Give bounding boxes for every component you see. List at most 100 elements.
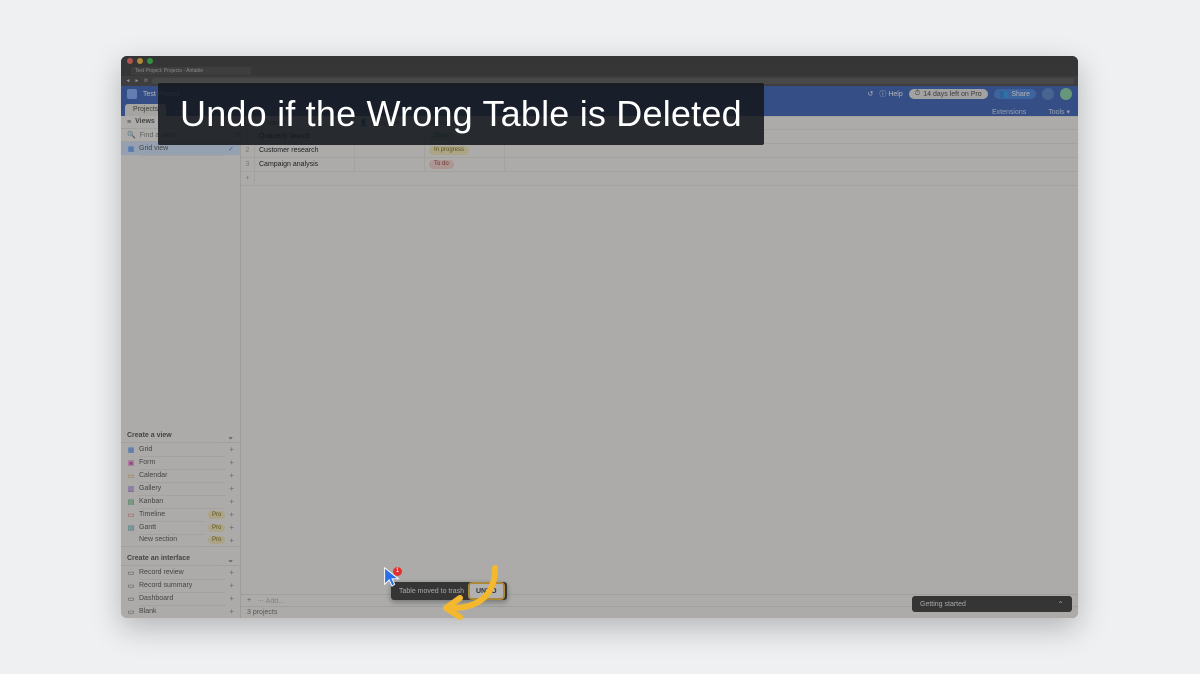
record-review-icon: ▭ [127, 569, 135, 577]
iface-record-review[interactable]: ▭ Record review + [121, 566, 240, 579]
window-titlebar [121, 56, 1078, 66]
plus-icon: + [229, 471, 234, 480]
plus-icon: + [241, 172, 255, 185]
fwd-icon[interactable]: ► [134, 78, 140, 84]
create-grid[interactable]: ▦ Grid + [121, 443, 240, 456]
row-num: 3 [241, 158, 255, 171]
dashboard-icon: ▭ [127, 595, 135, 603]
app-body: ≡ Views 🔍 ⚙ ▦ Grid view ✓ Create a view [121, 116, 1078, 618]
browser-tab[interactable]: Test Project: Projects - Airtable [131, 67, 251, 75]
cell-assignee[interactable] [355, 144, 425, 157]
tools-link[interactable]: Tools ▾ [1038, 109, 1070, 116]
share-button[interactable]: 👥 Share [994, 89, 1036, 99]
create-interface-label: Create an interface [127, 552, 223, 566]
lbl: Blank [139, 605, 225, 619]
close-dot[interactable] [127, 58, 133, 64]
plus-icon: + [229, 523, 234, 532]
tutorial-title-overlay: Undo if the Wrong Table is Deleted [158, 83, 764, 145]
reload-icon[interactable]: ⟳ [143, 78, 149, 84]
history-icon[interactable]: ↺ [868, 90, 874, 98]
gallery-icon: ▥ [127, 485, 135, 493]
lbl: Timeline [139, 508, 204, 522]
plus-icon: + [229, 581, 234, 590]
toast-message: Table moved to trash [399, 588, 464, 595]
record-summary-icon: ▭ [127, 582, 135, 590]
create-gallery[interactable]: ▥ Gallery + [121, 482, 240, 495]
chevron-down-icon: ⌄ [227, 555, 234, 564]
cell-status[interactable]: To do [425, 158, 505, 171]
pro-badge: Pro [208, 511, 225, 519]
iface-blank[interactable]: ▭ Blank + [121, 605, 240, 618]
lbl: Kanban [139, 495, 225, 509]
plus-icon: + [229, 445, 234, 454]
extensions-link[interactable]: Extensions [992, 109, 1026, 116]
check-icon: ✓ [228, 145, 234, 153]
chevron-up-icon: ⌃ [1057, 600, 1064, 609]
cell-name[interactable]: Customer research [255, 144, 355, 157]
plus-icon: + [229, 607, 234, 616]
lbl: Gallery [139, 482, 225, 496]
table-row[interactable]: 3 Campaign analysis To do [241, 158, 1078, 172]
add-row[interactable]: + [241, 172, 1078, 186]
grid-icon: ▦ [127, 446, 135, 454]
calendar-icon: ▭ [127, 472, 135, 480]
views-icon: ≡ [127, 119, 131, 126]
lbl: Record review [139, 566, 225, 580]
timeline-icon: ▭ [127, 511, 135, 519]
create-interface-header[interactable]: Create an interface ⌄ [121, 553, 240, 566]
plus-icon: + [229, 568, 234, 577]
cursor-badge: 1 [393, 567, 402, 576]
grid-icon: ▦ [127, 145, 135, 153]
max-dot[interactable] [147, 58, 153, 64]
plus-icon: + [229, 536, 234, 545]
search-icon: 🔍 [127, 131, 136, 139]
user-avatar[interactable] [1060, 88, 1072, 100]
plus-icon: + [229, 510, 234, 519]
lbl: Form [139, 456, 225, 470]
app-logo-icon[interactable] [127, 89, 137, 99]
plus-icon: + [229, 458, 234, 467]
create-view-label: Create a view [127, 429, 223, 443]
create-timeline[interactable]: ▭ Timeline Pro + [121, 508, 240, 521]
undo-button[interactable]: UNDO [470, 584, 503, 598]
lbl: Grid [139, 443, 225, 457]
iface-record-summary[interactable]: ▭ Record summary + [121, 579, 240, 592]
lbl: Dashboard [139, 592, 225, 606]
browser-tabbar: Test Project: Projects - Airtable [121, 66, 1078, 76]
footer-tools[interactable]: ⋯ Add... [257, 597, 284, 605]
create-calendar[interactable]: ▭Calendar+ [121, 469, 240, 482]
record-count: 3 projects [247, 609, 277, 616]
pro-badge: Pro [208, 536, 225, 544]
plus-icon: + [229, 594, 234, 603]
iface-dashboard[interactable]: ▭ Dashboard + [121, 592, 240, 605]
lbl: New section [127, 533, 204, 547]
table-row[interactable]: 2 Customer research In progress [241, 144, 1078, 158]
add-record-icon[interactable]: + [247, 597, 251, 604]
plus-icon: + [229, 497, 234, 506]
blank-icon: ▭ [127, 608, 135, 616]
min-dot[interactable] [137, 58, 143, 64]
cell-assignee[interactable] [355, 158, 425, 171]
trial-chip[interactable]: ⏱ 14 days left on Pro [909, 89, 988, 99]
cell-status[interactable]: In progress [425, 144, 505, 157]
create-section[interactable]: New section Pro + [121, 534, 240, 547]
lbl: Record summary [139, 579, 225, 593]
create-kanban[interactable]: ▤ Kanban + [121, 495, 240, 508]
kanban-icon: ▤ [127, 498, 135, 506]
create-form[interactable]: ▣ Form + [121, 456, 240, 469]
row-num: 2 [241, 144, 255, 157]
back-icon[interactable]: ◄ [125, 78, 131, 84]
chevron-down-icon: ⌄ [227, 432, 234, 441]
notifications-icon[interactable] [1042, 88, 1054, 100]
plus-icon: + [229, 484, 234, 493]
getting-started-panel[interactable]: Getting started ⌃ [912, 596, 1072, 612]
toast: Table moved to trash UNDO [391, 582, 507, 600]
sidebar: ≡ Views 🔍 ⚙ ▦ Grid view ✓ Create a view [121, 116, 241, 618]
right-tools: Extensions Tools ▾ [982, 108, 1078, 116]
pro-badge: Pro [208, 524, 225, 532]
cell-name[interactable]: Campaign analysis [255, 158, 355, 171]
gantt-icon: ▤ [127, 524, 135, 532]
form-icon: ▣ [127, 459, 135, 467]
create-view-header[interactable]: Create a view ⌄ [121, 430, 240, 443]
help-link[interactable]: ⓘ Help [879, 89, 902, 99]
